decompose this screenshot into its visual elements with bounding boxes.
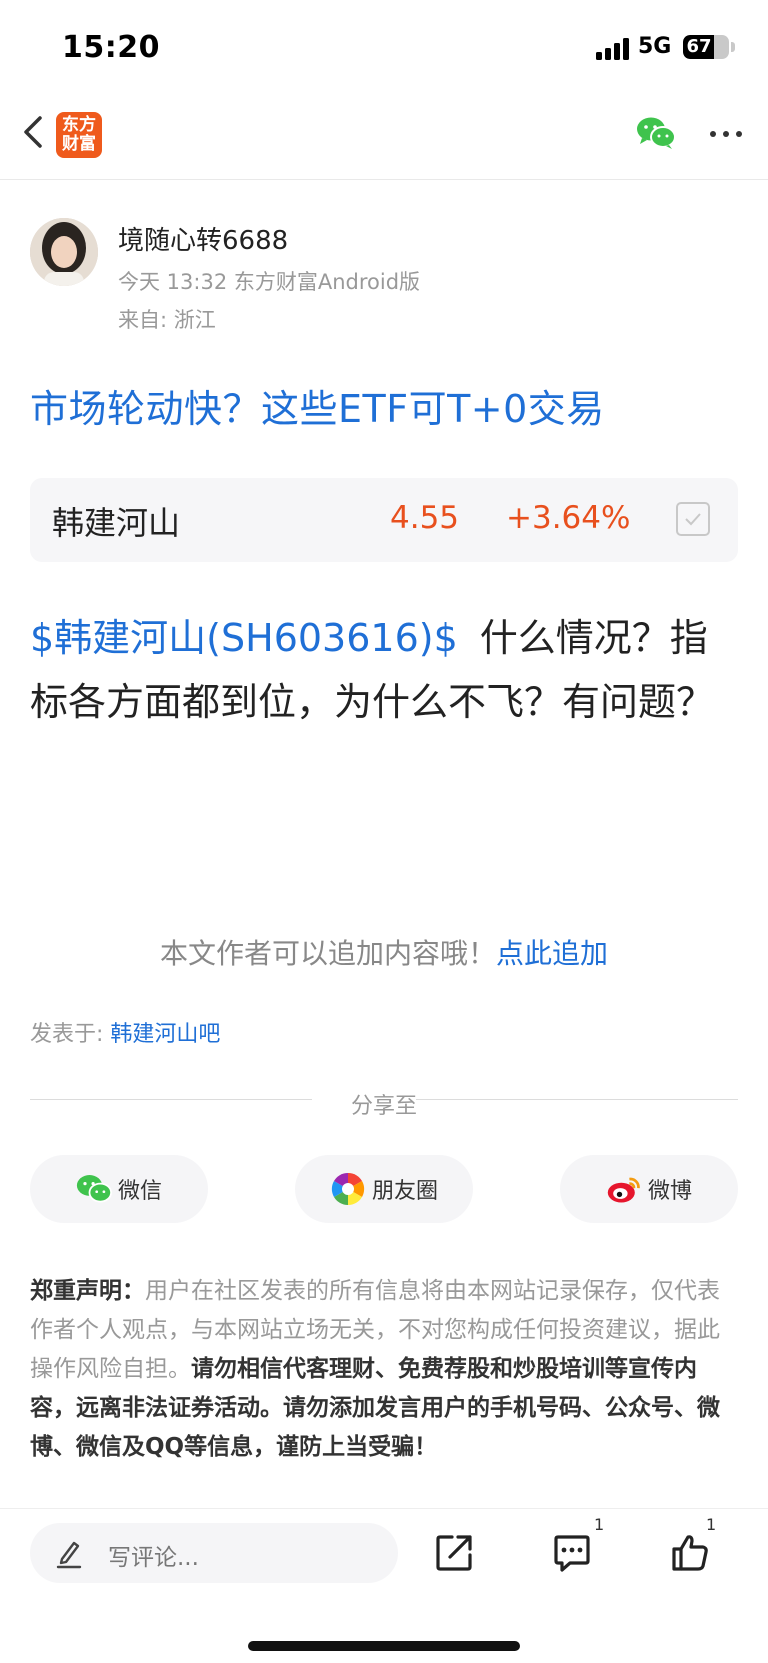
stock-name: 韩建河山 <box>52 504 181 542</box>
nav-bar: 东方 财富 <box>0 96 768 180</box>
posted-in-label: 发表于: <box>30 1022 111 1047</box>
disclaimer: 郑重声明：用户在社区发表的所有信息将由本网站记录保存，仅代表作者个人观点，与本网… <box>30 1272 742 1467</box>
comment-icon[interactable] <box>550 1531 594 1575</box>
share-divider: 分享至 <box>30 1088 738 1119</box>
promo-title-link[interactable]: 市场轮动快？这些ETF可T+0交易 <box>30 378 605 433</box>
network-type: 5G <box>638 34 672 59</box>
stock-bar-link[interactable]: 韩建河山吧 <box>110 1022 220 1047</box>
post-meta: 今天 13:32 东方财富Android版 <box>118 270 421 294</box>
signal-icon <box>596 38 630 60</box>
add-watchlist-checkbox[interactable] <box>676 502 710 536</box>
share-weibo-label: 微博 <box>647 1179 692 1204</box>
like-icon[interactable] <box>668 1531 712 1575</box>
share-weibo-button[interactable]: 微博 <box>560 1155 738 1223</box>
append-text: 本文作者可以追加内容哦！ <box>159 937 496 970</box>
share-moments-button[interactable]: 朋友圈 <box>295 1155 473 1223</box>
comment-count: 1 <box>594 1515 605 1534</box>
weibo-icon <box>607 1177 640 1203</box>
avatar[interactable] <box>30 218 98 286</box>
share-wechat-label: 微信 <box>117 1179 162 1204</box>
stock-change: +3.64% <box>506 500 631 536</box>
share-icon[interactable] <box>432 1531 476 1575</box>
battery-icon: 67 <box>683 35 729 59</box>
stock-tag-link[interactable]: $韩建河山(SH603616)$ <box>30 616 458 660</box>
post-location: 来自: 浙江 <box>118 308 216 332</box>
stock-price: 4.55 <box>390 500 460 536</box>
like-count: 1 <box>706 1515 717 1534</box>
share-label: 分享至 <box>350 1094 417 1119</box>
moments-icon <box>331 1172 365 1206</box>
share-wechat-button[interactable]: 微信 <box>30 1155 208 1223</box>
append-prompt: 本文作者可以追加内容哦！点此追加 <box>0 932 768 972</box>
append-link[interactable]: 点此追加 <box>496 937 608 970</box>
comment-input[interactable]: 写评论... <box>30 1523 398 1583</box>
stock-quote-card[interactable]: 韩建河山 4.55 +3.64% <box>30 478 738 562</box>
battery-percent: 67 <box>686 36 712 57</box>
home-indicator[interactable] <box>248 1641 520 1651</box>
wechat-icon <box>76 1175 112 1203</box>
pencil-icon <box>54 1537 84 1569</box>
status-time: 15:20 <box>62 30 160 65</box>
status-bar: 15:20 5G 67 <box>0 0 768 96</box>
more-icon[interactable] <box>708 124 744 144</box>
back-icon[interactable] <box>14 110 58 154</box>
posted-in: 发表于: 韩建河山吧 <box>30 1016 220 1048</box>
bottom-bar: 写评论... 1 1 <box>0 1508 768 1663</box>
wechat-icon[interactable] <box>636 116 676 150</box>
comment-placeholder: 写评论... <box>108 1545 199 1571</box>
author-section: 境随心转6688 今天 13:32 东方财富Android版 来自: 浙江 <box>30 218 730 332</box>
post-body: $韩建河山(SH603616)$ 什么情况？指标各方面都到位，为什么不飞？有问题？ <box>30 606 730 734</box>
author-name[interactable]: 境随心转6688 <box>118 220 288 257</box>
disclaimer-heading: 郑重声明： <box>30 1278 145 1304</box>
share-moments-label: 朋友圈 <box>371 1179 438 1204</box>
battery-cap <box>731 42 735 52</box>
eastmoney-logo: 东方 财富 <box>56 112 102 158</box>
